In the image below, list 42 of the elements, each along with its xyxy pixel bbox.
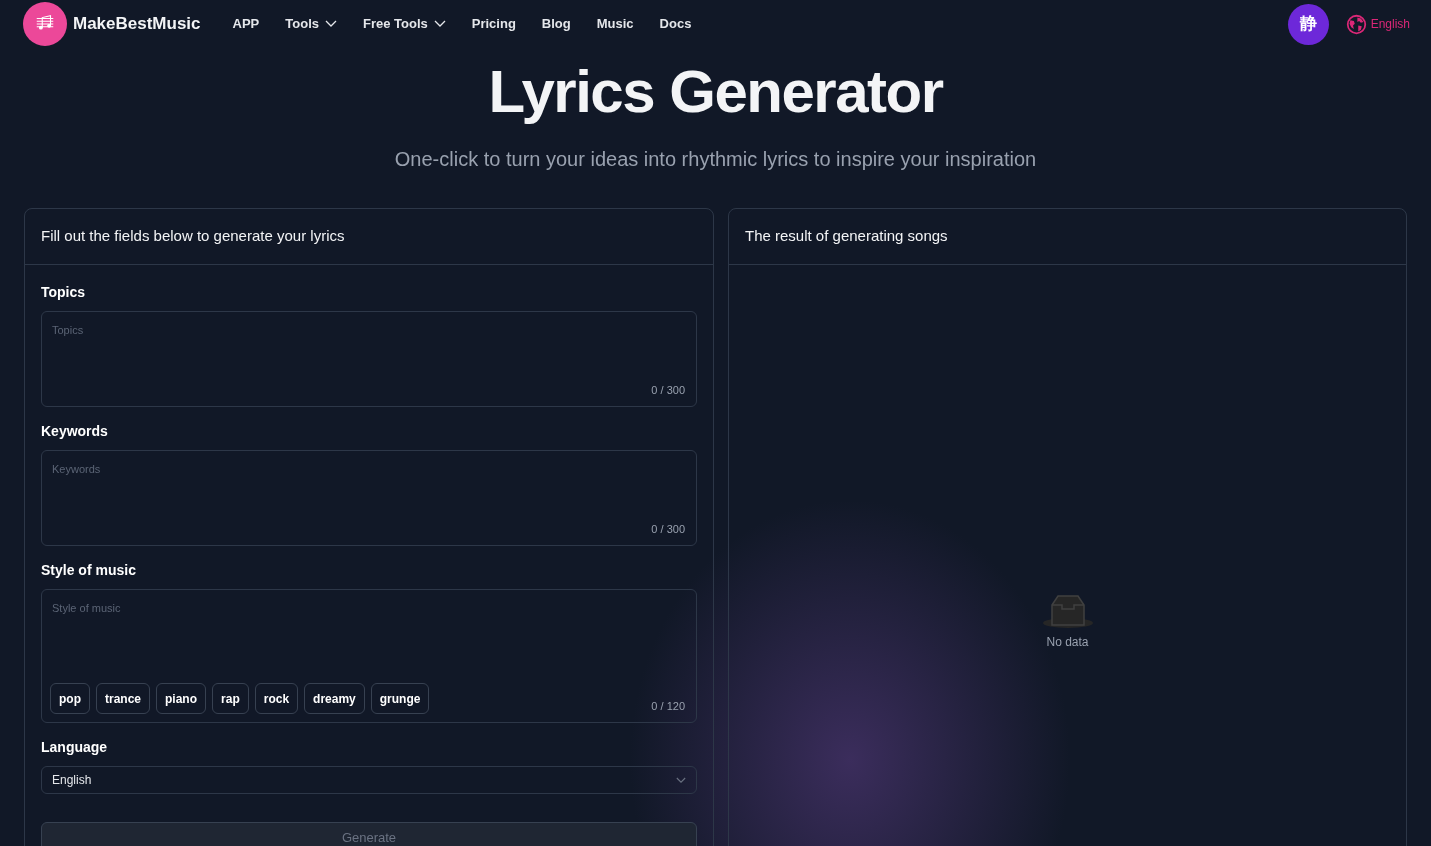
text-input[interactable]: Topics bbox=[52, 322, 686, 382]
style-tag[interactable]: piano bbox=[156, 683, 207, 714]
page-title: Lyrics Generator bbox=[488, 62, 943, 122]
text-input[interactable]: Style of music bbox=[52, 600, 686, 683]
text-area-field[interactable]: Keywords 0 / 300 bbox=[41, 450, 697, 546]
style-tag[interactable]: rap bbox=[212, 683, 249, 714]
user-avatar[interactable]: 静 bbox=[1287, 3, 1329, 45]
field-label: Style of music bbox=[41, 561, 137, 580]
character-counter: 0 / 120 bbox=[651, 698, 685, 714]
logo-icon[interactable] bbox=[23, 2, 67, 46]
style-tag[interactable]: pop bbox=[50, 683, 90, 714]
page-subtitle: One-click to turn your ideas into rhythmic lyrics to inspire your inspiration bbox=[394, 147, 1037, 172]
chevron-down-icon bbox=[325, 20, 337, 28]
nav-link[interactable]: Docs bbox=[659, 14, 692, 34]
nav-link[interactable]: Free Tools bbox=[363, 14, 446, 34]
field-label: Topics bbox=[41, 283, 87, 302]
nav-link[interactable]: Pricing bbox=[471, 14, 516, 34]
chevron-down-icon bbox=[433, 20, 446, 28]
style-tag[interactable]: dreamy bbox=[304, 683, 365, 714]
nav-link[interactable]: APP bbox=[232, 14, 260, 34]
globe-icon[interactable] bbox=[1345, 13, 1367, 35]
style-field[interactable]: Style of music pop trance piano rap rock dreamy grunge 0 / 120 bbox=[41, 589, 697, 723]
language-switcher[interactable]: English bbox=[1370, 15, 1410, 33]
nav-link[interactable]: Tools bbox=[285, 14, 337, 34]
panel-title: Fill out the fields below to generate your lyrics bbox=[25, 209, 713, 265]
chevron-down-icon bbox=[676, 776, 686, 784]
style-tag[interactable]: trance bbox=[96, 683, 151, 714]
nav-link[interactable]: Music bbox=[596, 14, 634, 34]
language-select[interactable]: English bbox=[41, 766, 697, 794]
panel-title: The result of generating songs bbox=[729, 209, 1406, 265]
text-input[interactable]: Keywords bbox=[52, 461, 686, 521]
style-tag[interactable]: rock bbox=[254, 683, 299, 714]
brand-name[interactable]: MakeBestMusic bbox=[73, 11, 201, 37]
character-counter: 0 / 300 bbox=[651, 521, 685, 537]
field-label: Language bbox=[41, 738, 109, 757]
empty-state-text: No data bbox=[1046, 634, 1089, 651]
field-label: Keywords bbox=[41, 422, 109, 441]
style-tag[interactable]: grunge bbox=[370, 683, 430, 714]
nav-link[interactable]: Blog bbox=[541, 14, 571, 34]
empty-inbox-icon bbox=[1040, 595, 1095, 629]
character-counter: 0 / 300 bbox=[651, 382, 685, 398]
text-area-field[interactable]: Topics 0 / 300 bbox=[41, 311, 697, 407]
